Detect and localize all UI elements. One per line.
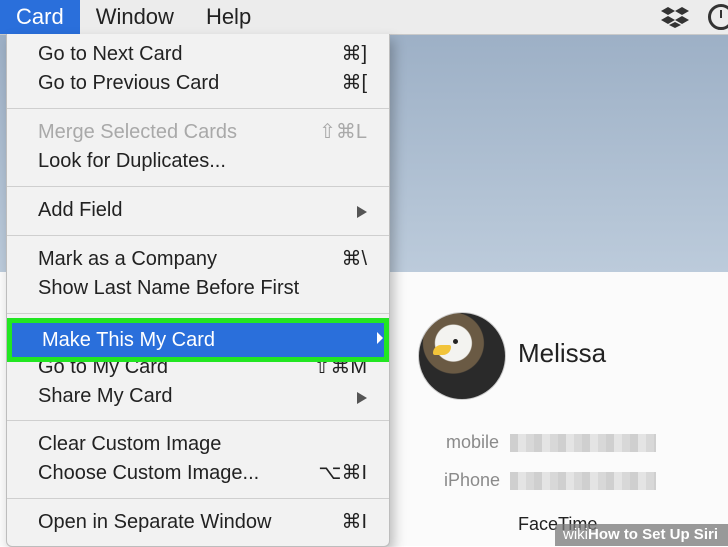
- menu-separator: [7, 498, 389, 499]
- menu-item-go-next-card[interactable]: Go to Next Card ⌘]: [7, 40, 389, 69]
- menu-item-look-for-duplicates[interactable]: Look for Duplicates...: [7, 147, 389, 176]
- menu-item-label: Make This My Card: [42, 329, 216, 351]
- field-value-mobile-redacted: [510, 434, 656, 452]
- menu-item-label: Merge Selected Cards: [38, 121, 237, 143]
- menu-item-label: Look for Duplicates...: [38, 150, 226, 172]
- menu-item-go-previous-card[interactable]: Go to Previous Card ⌘[: [7, 69, 389, 98]
- menu-bar: Card Window Help: [0, 0, 728, 35]
- field-label-iphone: iPhone: [444, 470, 501, 490]
- card-dropdown-menu: Go to Next Card ⌘] Go to Previous Card ⌘…: [6, 34, 390, 547]
- menu-item-label: Go to Previous Card: [38, 72, 220, 94]
- menu-item-label: Choose Custom Image...: [38, 462, 260, 484]
- watermark-title: How to Set Up Siri: [587, 526, 718, 543]
- eagle-beak-shape: [433, 345, 451, 355]
- menu-item-add-field[interactable]: Add Field: [7, 196, 389, 225]
- menu-item-shortcut: ⇧⌘L: [319, 121, 367, 143]
- contact-avatar[interactable]: [418, 312, 506, 400]
- menu-item-label: Clear Custom Image: [38, 433, 222, 455]
- menu-separator: [7, 186, 389, 187]
- menu-item-label: Share My Card: [38, 385, 173, 407]
- menu-item-make-this-my-card[interactable]: Make This My Card: [7, 318, 389, 362]
- submenu-arrow-icon: [357, 206, 367, 218]
- time-machine-icon[interactable]: [708, 4, 728, 30]
- menu-item-label: Mark as a Company: [38, 248, 217, 270]
- mouse-cursor-icon: [377, 332, 383, 344]
- menu-item-shortcut: ⌘]: [341, 43, 367, 65]
- menu-item-shortcut: ⌘I: [341, 511, 367, 533]
- field-value-iphone-redacted: [510, 472, 656, 490]
- menu-item-open-in-separate-window[interactable]: Open in Separate Window ⌘I: [7, 508, 389, 537]
- menu-separator: [7, 235, 389, 236]
- menu-separator: [7, 313, 389, 314]
- menu-item-label: Show Last Name Before First: [38, 277, 300, 299]
- menu-item-shortcut: ⌘[: [341, 72, 367, 94]
- watermark-prefix: wiki: [562, 526, 588, 543]
- menu-window[interactable]: Window: [80, 0, 190, 34]
- menu-item-clear-custom-image[interactable]: Clear Custom Image: [7, 430, 389, 459]
- field-label-mobile: mobile: [446, 432, 500, 452]
- menubar-status-icons: [660, 0, 728, 34]
- eagle-eye-shape: [453, 339, 458, 344]
- menu-item-label: Go to Next Card: [38, 43, 183, 65]
- menu-separator: [7, 420, 389, 421]
- dropbox-icon[interactable]: [660, 5, 690, 29]
- contact-name: Melissa: [518, 338, 607, 368]
- menu-item-merge-selected-cards: Merge Selected Cards ⇧⌘L: [7, 118, 389, 147]
- menu-item-label: Add Field: [38, 199, 123, 221]
- menu-item-show-last-name-first[interactable]: Show Last Name Before First: [7, 274, 389, 303]
- menu-card[interactable]: Card: [0, 0, 80, 34]
- wikihow-watermark: wikiHow to Set Up Siri: [554, 524, 728, 546]
- menu-separator: [7, 108, 389, 109]
- menu-item-mark-as-company[interactable]: Mark as a Company ⌘\: [7, 245, 389, 274]
- menu-item-choose-custom-image[interactable]: Choose Custom Image... ⌥⌘I: [7, 459, 389, 488]
- submenu-arrow-icon: [357, 392, 367, 404]
- menu-item-shortcut: ⌘\: [341, 248, 367, 270]
- menu-item-label: Open in Separate Window: [38, 511, 272, 533]
- menu-item-shortcut: ⌥⌘I: [318, 462, 367, 484]
- menu-help[interactable]: Help: [190, 0, 267, 34]
- menu-item-share-my-card[interactable]: Share My Card: [7, 382, 389, 411]
